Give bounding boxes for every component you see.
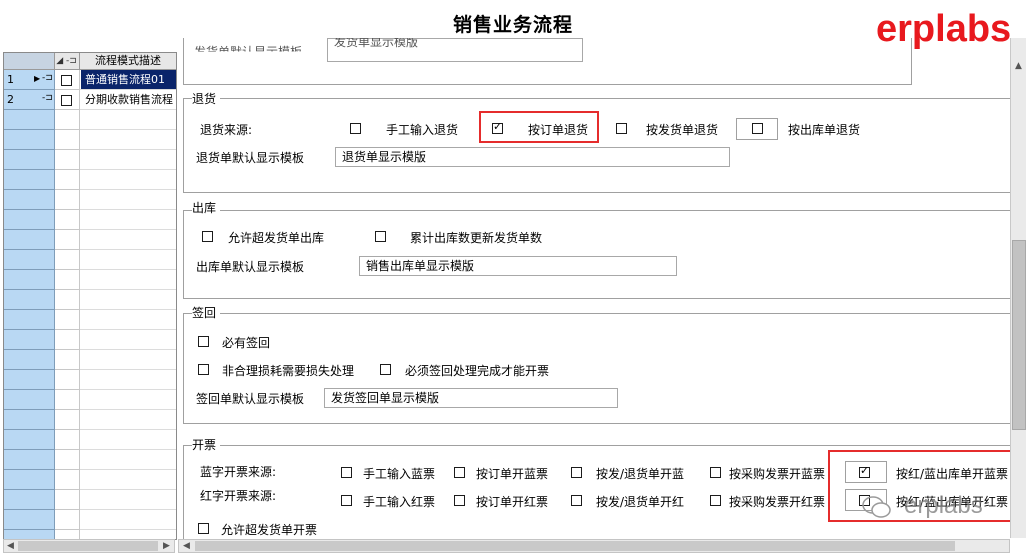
return-section-title: 退货 <box>192 90 221 107</box>
outbound-section-left-border <box>183 210 184 299</box>
outbound-section-border <box>183 210 1010 211</box>
signoff-before-invoice-label: 必须签回处理完成才能开票 <box>405 364 550 378</box>
return-template-field[interactable]: 退货单显示模版 <box>335 147 730 167</box>
red-by-delivery-checkbox[interactable] <box>571 495 582 506</box>
allow-over-delivery-label: 允许超发货单出库 <box>228 231 325 245</box>
scroll-up-arrow-icon[interactable]: ▲ <box>1012 60 1025 72</box>
panel-scroll-thumb[interactable] <box>195 541 955 551</box>
return-source-label: 退货来源: <box>200 123 253 137</box>
blue-manual-checkbox[interactable] <box>341 467 352 478</box>
accumulate-outbound-checkbox[interactable] <box>375 231 386 242</box>
pin-icon[interactable]: -⊐ <box>42 93 53 103</box>
delivery-template-field[interactable]: 发货单显示模版 <box>327 38 583 62</box>
check-column <box>55 70 80 539</box>
red-invoice-source-label: 红字开票来源: <box>200 489 277 503</box>
return-section-bottom <box>183 192 1010 193</box>
return-template-label: 退货单默认显示模板 <box>196 151 305 165</box>
return-by-outbound-label: 按出库单退货 <box>788 123 861 137</box>
rownum-header <box>4 53 55 69</box>
row-number-column <box>4 70 55 539</box>
blue-by-purchase-label: 按采购发票开蓝票 <box>729 467 826 481</box>
outbound-section-title: 出库 <box>192 199 221 216</box>
return-manual-checkbox[interactable] <box>350 123 361 134</box>
allow-over-invoice-label: 允许超发货单开票 <box>221 523 318 537</box>
must-sign-back-label: 必有签回 <box>222 336 271 350</box>
scroll-left-arrow-icon[interactable]: ◀ <box>4 540 17 552</box>
outbound-template-field[interactable]: 销售出库单显示模版 <box>359 256 677 276</box>
signoff-template-field[interactable]: 发货签回单显示模版 <box>324 388 618 408</box>
signoff-section-title: 签回 <box>192 304 221 321</box>
return-section-border <box>183 98 1010 99</box>
row-checkbox[interactable] <box>61 75 72 86</box>
return-section-left-border <box>183 98 184 193</box>
return-by-order-label: 按订单退货 <box>528 123 589 137</box>
return-manual-label: 手工输入退货 <box>386 123 459 137</box>
signoff-template-label: 签回单默认显示模板 <box>196 392 305 406</box>
process-grid[interactable]: ◢ -⊐ 流程模式描述 1 ▶ -⊐ 普通销售流程01 2 -⊐ 分期收款销售流… <box>3 52 177 540</box>
invoice-section-title: 开票 <box>192 436 221 453</box>
signoff-before-invoice-checkbox[interactable] <box>380 364 391 375</box>
red-by-order-label: 按订单开红票 <box>476 495 549 509</box>
row-checkbox[interactable] <box>61 95 72 106</box>
scroll-thumb[interactable] <box>18 541 158 551</box>
blue-by-outbound-checkbox[interactable] <box>859 464 870 478</box>
return-by-outbound-checkbox[interactable] <box>752 123 763 134</box>
blue-by-delivery-checkbox[interactable] <box>571 467 582 478</box>
outbound-template-label: 出库单默认显示模板 <box>196 260 305 274</box>
red-manual-label: 手工输入红票 <box>363 495 436 509</box>
blue-by-order-label: 按订单开蓝票 <box>476 467 549 481</box>
signoff-section-bottom <box>183 423 1010 424</box>
blue-by-delivery-label: 按发/退货单开蓝 <box>596 467 685 481</box>
loss-handling-checkbox[interactable] <box>198 364 209 375</box>
pin-icon[interactable]: -⊐ <box>42 73 53 83</box>
blue-by-order-checkbox[interactable] <box>454 467 465 478</box>
invoice-section-border <box>183 445 1010 446</box>
red-by-purchase-checkbox[interactable] <box>710 495 721 506</box>
row-number: 2 <box>7 93 14 106</box>
signoff-section-left-border <box>183 313 184 424</box>
invoice-section-left-border <box>183 445 184 540</box>
scroll-right-arrow-icon[interactable]: ▶ <box>160 540 173 552</box>
blue-manual-label: 手工输入蓝票 <box>363 467 436 481</box>
accumulate-outbound-label: 累计出库数更新发货单数 <box>410 231 543 245</box>
blue-by-outbound-label: 按红/蓝出库单开蓝票 <box>896 467 1009 481</box>
pin-header-icon[interactable]: ◢ -⊐ <box>54 53 80 69</box>
grid-header: ◢ -⊐ 流程模式描述 <box>4 53 176 70</box>
signoff-section-border <box>183 313 1010 314</box>
return-by-delivery-checkbox[interactable] <box>616 123 627 134</box>
row-number: 1 <box>7 73 14 86</box>
allow-over-delivery-checkbox[interactable] <box>202 231 213 242</box>
blue-invoice-source-label: 蓝字开票来源: <box>200 465 277 479</box>
return-by-order-checkbox[interactable] <box>492 120 503 134</box>
red-by-purchase-label: 按采购发票开红票 <box>729 495 826 509</box>
current-row-arrow-icon: ▶ <box>34 74 41 83</box>
desc-column-header[interactable]: 流程模式描述 <box>80 53 176 69</box>
return-by-delivery-label: 按发货单退货 <box>646 123 719 137</box>
red-by-delivery-label: 按发/退货单开红 <box>596 495 685 509</box>
watermark-text: erplabs <box>904 492 983 519</box>
table-row-desc[interactable]: 分期收款销售流程 <box>85 90 176 109</box>
loss-handling-label: 非合理损耗需要损失处理 <box>222 364 355 378</box>
wechat-watermark-icon <box>862 496 892 518</box>
allow-over-invoice-checkbox[interactable] <box>198 523 209 534</box>
red-manual-checkbox[interactable] <box>341 495 352 506</box>
must-sign-back-checkbox[interactable] <box>198 336 209 347</box>
red-by-order-checkbox[interactable] <box>454 495 465 506</box>
outbound-section-bottom <box>183 298 1010 299</box>
table-row-desc[interactable]: 普通销售流程01 <box>81 70 176 89</box>
panel-scroll-left-arrow-icon[interactable]: ◀ <box>180 540 193 552</box>
blue-by-purchase-checkbox[interactable] <box>710 467 721 478</box>
vertical-scroll-thumb[interactable] <box>1012 240 1026 430</box>
desc-column <box>80 70 176 539</box>
